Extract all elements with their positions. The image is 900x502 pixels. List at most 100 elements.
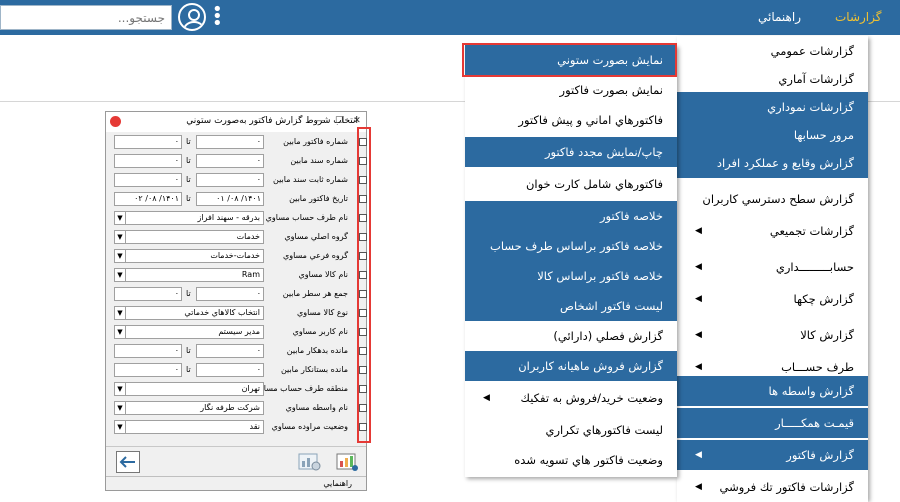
menu-item[interactable]: مرور حسابها <box>677 120 868 150</box>
menu-item[interactable]: گزارش چكها ◀ <box>677 284 868 314</box>
filter-combobox[interactable]: خدمات-خدمات ▼ <box>114 249 264 263</box>
submenu-arrow-icon: ◀ <box>695 450 702 460</box>
menu-item[interactable]: گزارشات عمومي <box>677 36 868 66</box>
show-report-button[interactable] <box>334 449 360 473</box>
filter-row: نام كالا مساوي Ram ▼ <box>106 267 367 284</box>
menu-item[interactable]: خلاصه فاكتور براساس كالا <box>465 261 677 291</box>
range-from-field[interactable]: ۰ <box>196 363 264 377</box>
range-from-field[interactable]: ۱۴۰۱/ ۰۸/ ۰۱ <box>196 192 264 206</box>
chevron-down-icon[interactable]: ▼ <box>115 402 126 414</box>
filter-combobox[interactable]: Ram ▼ <box>114 268 264 282</box>
user-icon[interactable] <box>178 3 206 31</box>
chevron-down-icon[interactable]: ▼ <box>115 231 126 243</box>
menu-item[interactable]: گزارش وقايع و عملكرد افراد <box>677 148 868 178</box>
filter-label: وضعيت مراوده مساوي <box>271 422 348 431</box>
combo-value: Ram <box>241 270 260 279</box>
chevron-down-icon[interactable]: ▼ <box>115 212 126 224</box>
range-to-field[interactable]: ۰ <box>114 135 182 149</box>
range-to-field[interactable]: ۰ <box>114 173 182 187</box>
filter-combobox[interactable]: شركت طرفه نگار ▼ <box>114 401 264 415</box>
chevron-down-icon[interactable]: ▼ <box>115 250 126 262</box>
menu-item[interactable]: گزارشات نموداري <box>677 92 868 122</box>
menu-item[interactable]: حسابـــــــــداري ◀ <box>677 252 868 282</box>
combo-value: مدير سيستم <box>218 327 260 336</box>
menu-item[interactable]: چاپ/نمايش مجدد فاكتور <box>465 137 677 167</box>
filter-label: تاريخ فاكتور مابين <box>289 194 348 203</box>
filter-row: نام كاربر مساوي مدير سيستم ▼ <box>106 324 367 341</box>
kebab-menu-icon[interactable]: • • • <box>212 1 223 33</box>
menu-item[interactable]: ليست فاكتور اشخاص <box>465 291 677 321</box>
chevron-down-icon[interactable]: ▼ <box>115 421 126 433</box>
filter-combobox[interactable]: مدير سيستم ▼ <box>114 325 264 339</box>
menu-help[interactable]: راهنمائي <box>758 0 801 35</box>
status-text: راهنمايي <box>323 479 352 488</box>
range-to-field[interactable]: ۱۴۰۱/ ۰۸/ ۰۲ <box>114 192 182 206</box>
filter-combobox[interactable]: خدمات ▼ <box>114 230 264 244</box>
submenu-arrow-icon: ◀ <box>695 330 702 340</box>
filter-label: شماره فاكتور مابين <box>283 137 348 146</box>
back-button[interactable] <box>116 451 140 473</box>
menu-item[interactable]: گزارشات تجميعي ◀ <box>677 216 868 246</box>
to-label: تا <box>186 156 191 165</box>
menu-reports[interactable]: گزارشات <box>835 0 881 35</box>
menu-item-label: مرور حسابها <box>793 128 854 142</box>
minimize-icon[interactable]: — <box>316 116 326 126</box>
range-from-field[interactable]: ۰ <box>196 344 264 358</box>
menu-item-label: گزارشات فاكتور تك فروشي <box>719 480 854 494</box>
menu-item-label: ليست فاكتور اشخاص <box>560 299 663 313</box>
settings-report-button[interactable] <box>296 449 322 473</box>
menu-item[interactable]: ليست فاكتورهاي تكراري <box>465 415 677 445</box>
range-to-field[interactable]: ۰ <box>114 344 182 358</box>
chart-icon <box>336 453 358 471</box>
filter-combobox[interactable]: انتخاب كالاهاي خدماتي ▼ <box>114 306 264 320</box>
menu-item-label: گزارشات تجميعي <box>769 224 854 238</box>
menu-item[interactable]: نمايش بصورت فاكتور <box>465 75 677 105</box>
range-from-field[interactable]: ۰ <box>196 154 264 168</box>
to-label: تا <box>186 137 191 146</box>
range-to-field[interactable]: ۰ <box>114 154 182 168</box>
chevron-down-icon[interactable]: ▼ <box>115 269 126 281</box>
chevron-down-icon[interactable]: ▼ <box>115 307 126 319</box>
filter-label: منطقه طرف حساب مساوي <box>253 384 348 393</box>
menu-item[interactable]: گزارش واسطه ها <box>677 376 868 406</box>
menu-item[interactable]: فاكتورهاي اماني و پيش فاكتور <box>465 105 677 135</box>
menu-item[interactable]: گزارش فصلي (دارائي) <box>465 321 677 351</box>
menu-item[interactable]: گزارش سطح دسترسي كاربران <box>677 184 868 214</box>
menu-item-label: قيمـت همكـــــار <box>775 416 854 430</box>
search-box[interactable] <box>0 5 172 30</box>
menu-item-label: خلاصه فاكتور براساس كالا <box>537 269 663 283</box>
menu-item[interactable]: خلاصه فاكتور براساس طرف حساب <box>465 231 677 261</box>
menu-item[interactable]: گزارش فروش ماهيانه كاربران <box>465 351 677 381</box>
submenu-arrow-icon: ◀ <box>695 294 702 304</box>
filter-combobox[interactable]: تهران ▼ <box>114 382 264 396</box>
maximize-icon[interactable]: ☐ <box>334 116 344 126</box>
status-bar: راهنمايي <box>106 476 366 491</box>
range-to-field[interactable]: ۰ <box>114 363 182 377</box>
menu-item[interactable]: گزارش فاكتور ◀ <box>677 440 868 470</box>
menu-item[interactable]: گزارشات فاكتور تك فروشي ◀ <box>677 472 868 502</box>
menu-item[interactable]: قيمـت همكـــــار <box>677 408 868 438</box>
filter-label: گروه اصلي مساوي <box>284 232 348 241</box>
filter-row: وضعيت مراوده مساوي نقد ▼ <box>106 419 367 436</box>
menu-item[interactable]: گزارشات آماري <box>677 64 868 94</box>
combo-value: تهران <box>241 384 260 393</box>
menu-item[interactable]: گزارش كالا ◀ <box>677 320 868 350</box>
chevron-down-icon[interactable]: ▼ <box>115 383 126 395</box>
menu-item-label: گزارش واسطه ها <box>768 384 854 398</box>
menu-item[interactable]: خلاصه فاكتور <box>465 201 677 231</box>
range-from-field[interactable]: ۰ <box>196 173 264 187</box>
filter-combobox[interactable]: نقد ▼ <box>114 420 264 434</box>
search-input[interactable] <box>1 6 171 29</box>
range-to-field[interactable]: ۰ <box>114 287 182 301</box>
chevron-down-icon[interactable]: ▼ <box>115 326 126 338</box>
menu-item-label: وضعيت خريد/فروش به تفكيك <box>520 391 664 405</box>
range-from-field[interactable]: ۰ <box>196 135 264 149</box>
close-icon[interactable]: ✕ <box>352 116 362 126</box>
menu-item[interactable]: وضعيت فاكتور هاي تسويه شده <box>465 445 677 475</box>
to-label: تا <box>186 175 191 184</box>
range-from-field[interactable]: ۰ <box>196 287 264 301</box>
menu-item[interactable]: فاكتورهاي شامل كارت خوان <box>465 169 677 199</box>
filter-combobox[interactable]: بدرقه - سهند افراز ▼ <box>114 211 264 225</box>
filter-row: نام واسطه مساوي شركت طرفه نگار ▼ <box>106 400 367 417</box>
menu-item[interactable]: وضعيت خريد/فروش به تفكيك ◀ <box>465 383 677 413</box>
